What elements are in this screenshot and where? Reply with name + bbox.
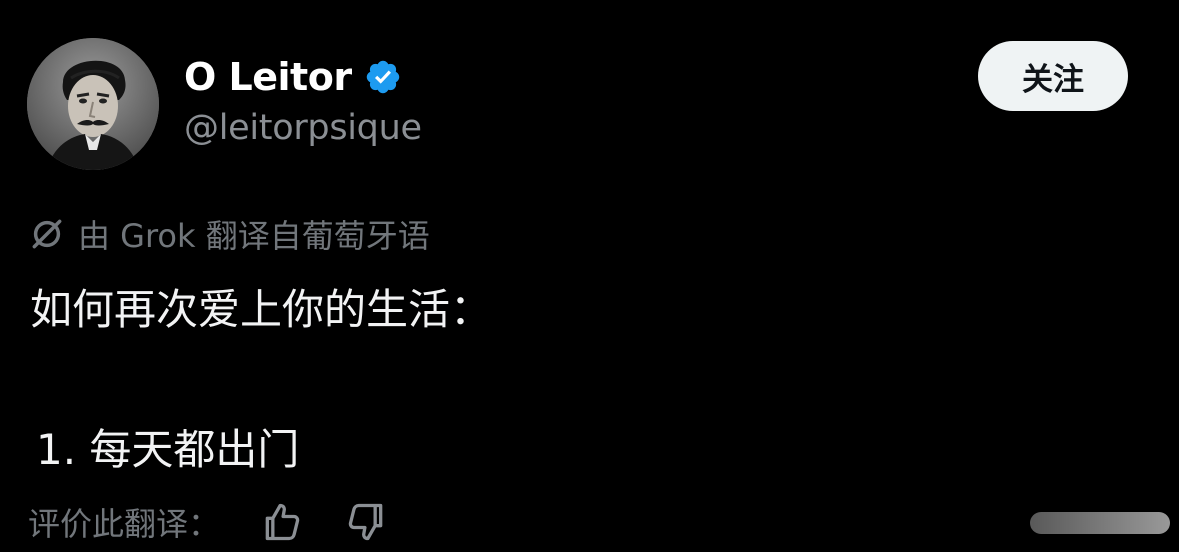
follow-button[interactable]: 关注 — [978, 41, 1128, 111]
avatar-portrait-image — [27, 38, 159, 170]
grok-icon — [28, 215, 66, 253]
watermark — [948, 506, 1170, 540]
rate-translation-row: 评价此翻译： — [28, 498, 388, 546]
verified-badge-icon[interactable] — [364, 58, 402, 96]
avatar[interactable] — [27, 38, 159, 170]
thumbs-up-icon[interactable] — [260, 500, 304, 544]
author-handle[interactable]: @leitorpsique — [184, 108, 422, 148]
tweet-text-line-1: 如何再次爱上你的生活： — [30, 285, 493, 334]
thumbs-down-icon[interactable] — [344, 500, 388, 544]
tweet-text-line-2: 1. 每天都出门 — [36, 425, 300, 474]
translation-notice[interactable]: 由 Grok 翻译自葡萄牙语 — [28, 210, 430, 258]
translation-label: 由 Grok 翻译自葡萄牙语 — [78, 217, 430, 255]
author-display-name-row[interactable]: O Leitor — [184, 52, 402, 102]
rate-translation-label: 评价此翻译： — [28, 505, 221, 543]
watermark-logo — [1030, 512, 1170, 534]
author-display-name[interactable]: O Leitor — [184, 55, 352, 99]
